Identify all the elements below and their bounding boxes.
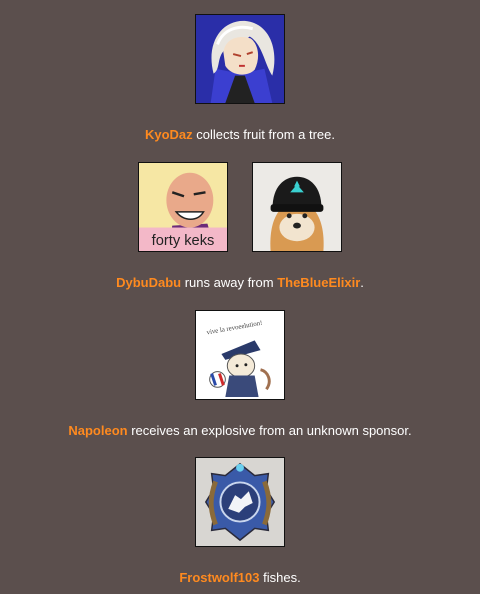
actor-name[interactable]: KyoDaz xyxy=(145,127,193,142)
actor-name[interactable]: DybuDabu xyxy=(116,275,181,290)
napoleon-bunny-sketch-icon: vive la revoeelution! xyxy=(196,311,284,399)
theblueelixir-avatar xyxy=(252,162,342,252)
shiba-dog-beanie-icon xyxy=(253,163,341,251)
event-2: forty keks xyxy=(0,162,480,252)
event-text: receives an explosive from an unknown sp… xyxy=(127,423,412,438)
target-name[interactable]: TheBlueElixir xyxy=(277,275,360,290)
frostwolf-emblem-icon xyxy=(196,458,284,546)
event-text: collects fruit from a tree. xyxy=(192,127,335,142)
event-1 xyxy=(0,14,480,104)
event-text: runs away from xyxy=(181,275,278,290)
event-3: vive la revoeelution! xyxy=(0,310,480,400)
event-1-caption: KyoDaz collects fruit from a tree. xyxy=(0,127,480,143)
actor-name[interactable]: Frostwolf103 xyxy=(179,570,259,585)
kyodaz-avatar xyxy=(195,14,285,104)
event-4 xyxy=(0,457,480,547)
forty-keks-label: forty keks xyxy=(152,233,215,249)
dybudabu-avatar: forty keks xyxy=(138,162,228,252)
frostwolf103-avatar xyxy=(195,457,285,547)
event-4-caption: Frostwolf103 fishes. xyxy=(0,570,480,586)
event-3-caption: Napoleon receives an explosive from an u… xyxy=(0,423,480,439)
bald-villain-forty-keks-icon: forty keks xyxy=(139,163,227,251)
event-text: fishes. xyxy=(259,570,301,585)
event-suffix: . xyxy=(360,275,364,290)
actor-name[interactable]: Napoleon xyxy=(68,423,127,438)
event-2-caption: DybuDabu runs away from TheBlueElixir. xyxy=(0,275,480,291)
napoleon-avatar: vive la revoeelution! xyxy=(195,310,285,400)
anime-woman-white-hair-icon xyxy=(196,15,284,103)
